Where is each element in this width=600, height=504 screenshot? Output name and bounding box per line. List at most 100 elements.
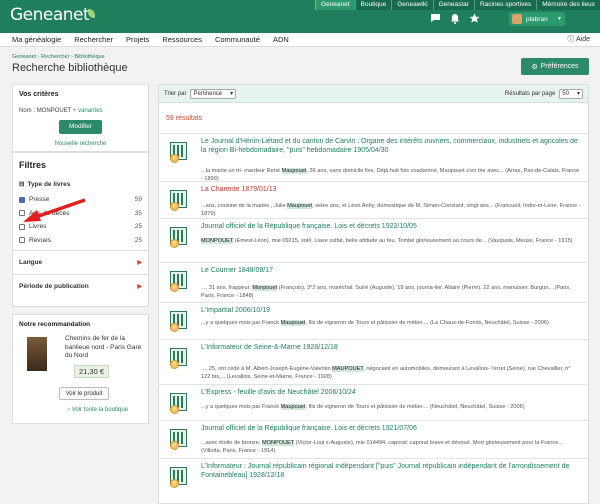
premium-badge-icon: P [170, 154, 179, 163]
tab-geneastar[interactable]: Geneastar [432, 0, 474, 10]
filter-livres[interactable]: Livres 25 [19, 223, 142, 230]
price-tag: 21,30 € [74, 365, 109, 378]
result-item[interactable]: P Journal officiel de la République franç… [159, 420, 588, 462]
highlighted-name: MAUPOUET [332, 366, 364, 372]
result-title[interactable]: L'Express - feuille d'avis de Neuchâtel … [201, 388, 581, 397]
results-panel: Trier par Pertinence ▾ Résultats par page… [158, 84, 589, 504]
result-snippet: ...avec étoile de bronze. MONPOUET (Vict… [201, 440, 564, 454]
result-item[interactable]: P La Charente 1879/01/13 ...ans, cousine d… [159, 181, 588, 223]
result-title[interactable]: L'Informateur : Journal républicain régi… [201, 462, 581, 480]
result-title[interactable]: Journal officiel de la République frança… [201, 424, 581, 433]
breadcrumb-rechercher[interactable]: Rechercher [41, 54, 69, 60]
preferences-button[interactable]: ⚙ Préférences [521, 58, 589, 75]
favorites-icon[interactable] [469, 13, 480, 23]
book-title[interactable]: Chemins de fer de la banlieue nord - Par… [65, 335, 145, 361]
breadcrumb: Geneanet › Rechercher › Bibliothèque [12, 54, 105, 60]
breadcrumb-bibliotheque[interactable]: Bibliothèque [74, 54, 104, 60]
highlighted-name: Maupouet [280, 404, 306, 410]
result-snippet: ..., 31 ans, frappeur. Monpouet (Françoi… [201, 285, 571, 299]
logo[interactable]: Geneanet [10, 5, 96, 25]
premium-badge-icon: P [170, 405, 179, 414]
checkbox[interactable] [19, 210, 25, 216]
leaf-icon [88, 9, 96, 18]
result-snippet: MONPOUET (Emest-Léon), mie 09215, sol#, … [201, 238, 573, 244]
result-title[interactable]: L'Impartial 2006/10/19 [201, 306, 581, 315]
shop-link[interactable]: › Voir toute la boutique [68, 407, 128, 413]
premium-badge-icon: P [170, 360, 179, 369]
nav-projets[interactable]: Projets [126, 35, 149, 44]
highlighted-name: MONPOUET [261, 440, 295, 446]
tab-geneanet[interactable]: Geneanet [314, 0, 355, 10]
checkbox[interactable] [19, 196, 25, 203]
filter-langue[interactable]: Langue ▶ [13, 250, 148, 274]
tab-racines-sportives[interactable]: Racines sportives [473, 0, 537, 10]
result-snippet: ...y a quelques mois par Franck Maupouet… [201, 320, 549, 326]
filters-title: Filtres [19, 160, 47, 170]
checkbox[interactable] [19, 237, 25, 243]
filters-panel: Filtres ⊟ Type de livres Presse 59 Avis de… [12, 152, 149, 307]
nav-ma-genealogie[interactable]: Ma généalogie [12, 35, 61, 44]
variants-link[interactable]: + variantes [73, 108, 103, 114]
new-search-link[interactable]: Nouvelle recherche [19, 141, 142, 147]
book-type-group[interactable]: ⊟ Type de livres [19, 180, 142, 189]
result-item[interactable]: P L'Informateur de Seine-&-Marne 1928/12/… [159, 339, 588, 381]
tab-geneawiki[interactable]: Geneawiki [391, 0, 433, 10]
result-snippet: ...y a quelques mois par Franck Maupouet… [201, 404, 525, 410]
premium-badge-icon: P [170, 441, 179, 450]
premium-badge-icon: P [170, 479, 179, 488]
chat-icon[interactable] [430, 13, 441, 23]
breadcrumb-geneanet[interactable]: Geneanet [12, 54, 36, 60]
chevron-down-icon: ▼ [557, 16, 562, 22]
premium-badge-icon: P [170, 239, 179, 248]
filter-revues[interactable]: Revues 25 [19, 237, 142, 244]
top-tabs: Geneanet Boutique Geneawiki Geneastar Ra… [314, 0, 600, 10]
user-menu[interactable]: plabran ▼ [509, 12, 565, 26]
book-cover[interactable] [27, 337, 47, 371]
chevron-down-icon: ▾ [230, 91, 234, 97]
result-item[interactable]: P Journal officiel de la République franç… [159, 218, 588, 260]
result-snippet: ..., 25, ont cédé à M. Albert-Joseph-Eug… [201, 366, 571, 380]
nav-rechercher[interactable]: Rechercher [74, 35, 113, 44]
highlighted-name: Monpouet [252, 285, 278, 291]
bell-icon[interactable] [450, 13, 460, 24]
gear-icon: ⚙ [531, 63, 538, 71]
result-title[interactable]: L'Informateur de Seine-&-Marne 1928/12/1… [201, 343, 581, 352]
rpp-select[interactable]: 50 ▾ [559, 88, 583, 99]
checkbox[interactable] [19, 223, 25, 230]
highlighted-name: Maupouet [287, 203, 313, 209]
result-item[interactable]: P Le Courrier 1848/09/17 ..., 31 ans, frap… [159, 262, 588, 304]
result-title[interactable]: Le Courrier 1848/09/17 [201, 266, 581, 275]
result-title[interactable]: Journal officiel de la République frança… [201, 222, 581, 231]
nav-adn[interactable]: ADN [273, 35, 289, 44]
tab-boutique[interactable]: Boutique [354, 0, 392, 10]
result-item[interactable]: P L'Informateur : Journal républicain rég… [159, 458, 588, 500]
result-item[interactable]: P L'Impartial 2006/10/19 ...y a quelques m… [159, 302, 588, 344]
tab-memoire-des-lieux[interactable]: Mémoire des lieux [536, 0, 600, 10]
top-bar: Geneanet Geneanet Boutique Geneawiki Gen… [0, 0, 600, 33]
chevron-down-icon: ▾ [576, 91, 580, 97]
result-item[interactable]: P Le Journal d'Hénin-Liétard et du canton… [159, 133, 588, 182]
result-title[interactable]: Le Journal d'Hénin-Liétard et du canton … [201, 137, 581, 155]
highlighted-name: MONPOUET [201, 238, 234, 244]
nav-ressources[interactable]: Ressources [162, 35, 202, 44]
filter-periode[interactable]: Période de publication ▶ [13, 274, 148, 298]
nav-communaute[interactable]: Communauté [215, 35, 260, 44]
highlighted-name: Maupouet [280, 320, 306, 326]
results-count: 59 résultats [166, 115, 203, 122]
recommendation-panel: Notre recommandation Chemins de fer de l… [12, 314, 149, 424]
caret-right-icon: ▶ [137, 260, 142, 266]
caret-right-icon: ▶ [137, 284, 142, 290]
filter-presse[interactable]: Presse 59 [19, 196, 142, 203]
view-product-button[interactable]: Voir le produit [59, 387, 109, 400]
result-title[interactable]: La Charente 1879/01/13 [201, 185, 581, 194]
username: plabran [526, 15, 548, 23]
filter-avis-de-deces[interactable]: Avis de décès 35 [19, 210, 142, 217]
help-link[interactable]: ⓘ Aide [567, 34, 590, 44]
modify-button[interactable]: Modifier [59, 120, 102, 134]
premium-badge-icon: P [170, 323, 179, 332]
result-snippet: ...ans, cousine de la mariée , Julie Mau… [201, 203, 581, 217]
premium-badge-icon: P [170, 283, 179, 292]
recommendation-title: Notre recommandation [19, 321, 91, 328]
sort-select[interactable]: Pertinence ▾ [190, 88, 237, 99]
criteria-title: Vos critères [19, 91, 59, 98]
